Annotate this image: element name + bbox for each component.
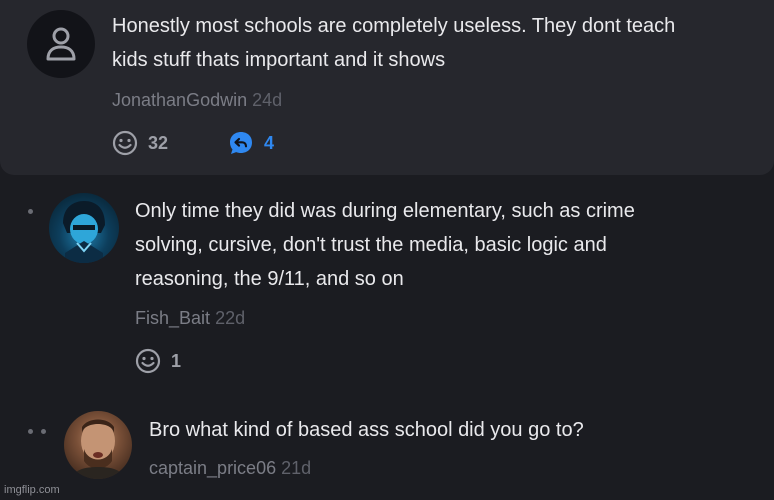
comment-text: Only time they did was during elementary… bbox=[135, 194, 635, 296]
reply-count: 4 bbox=[264, 132, 275, 153]
thread-indicator bbox=[28, 429, 33, 434]
comment-line: Honestly most schools are completely use… bbox=[112, 15, 676, 37]
comment-line: kids stuff thats important and it shows bbox=[112, 49, 446, 71]
comment-line: reasoning, the 9/11, and so on bbox=[135, 268, 404, 290]
avatar[interactable] bbox=[64, 411, 132, 479]
smiley-icon bbox=[112, 130, 138, 156]
reaction-count: 1 bbox=[171, 350, 182, 371]
comment-meta: captain_price06 21d bbox=[149, 458, 311, 479]
watermark: imgflip.com bbox=[4, 484, 60, 496]
thread-indicator bbox=[28, 209, 33, 214]
comment-age: 21d bbox=[281, 458, 312, 478]
comment-age: 22d bbox=[215, 308, 246, 328]
avatar[interactable] bbox=[49, 193, 119, 263]
author-name[interactable]: JonathanGodwin bbox=[112, 90, 247, 110]
person-icon bbox=[46, 27, 76, 61]
reaction-button[interactable]: 1 bbox=[135, 348, 181, 374]
smiley-icon bbox=[135, 348, 161, 374]
author-name[interactable]: Fish_Bait bbox=[135, 308, 210, 328]
comment-meta: JonathanGodwin 24d bbox=[112, 90, 282, 111]
comment-meta: Fish_Bait 22d bbox=[135, 308, 245, 329]
photo-avatar-image bbox=[72, 419, 124, 479]
anime-avatar-image bbox=[63, 201, 105, 263]
reply-bubble-icon bbox=[230, 132, 252, 154]
thread-indicator bbox=[41, 429, 46, 434]
author-name[interactable]: captain_price06 bbox=[149, 458, 276, 478]
comment-line: Only time they did was during elementary… bbox=[135, 200, 635, 222]
reaction-button[interactable]: 32 bbox=[112, 130, 168, 156]
comment-age: 24d bbox=[252, 90, 283, 110]
comment-text: Honestly most schools are completely use… bbox=[112, 9, 675, 77]
comment-text: Bro what kind of based ass school did yo… bbox=[149, 413, 584, 447]
comment-line: solving, cursive, don't trust the media,… bbox=[135, 234, 607, 256]
avatar[interactable] bbox=[27, 10, 95, 78]
replies-button[interactable]: 4 bbox=[228, 130, 274, 156]
reaction-count: 32 bbox=[148, 132, 169, 153]
comment-line: Bro what kind of based ass school did yo… bbox=[149, 419, 584, 441]
